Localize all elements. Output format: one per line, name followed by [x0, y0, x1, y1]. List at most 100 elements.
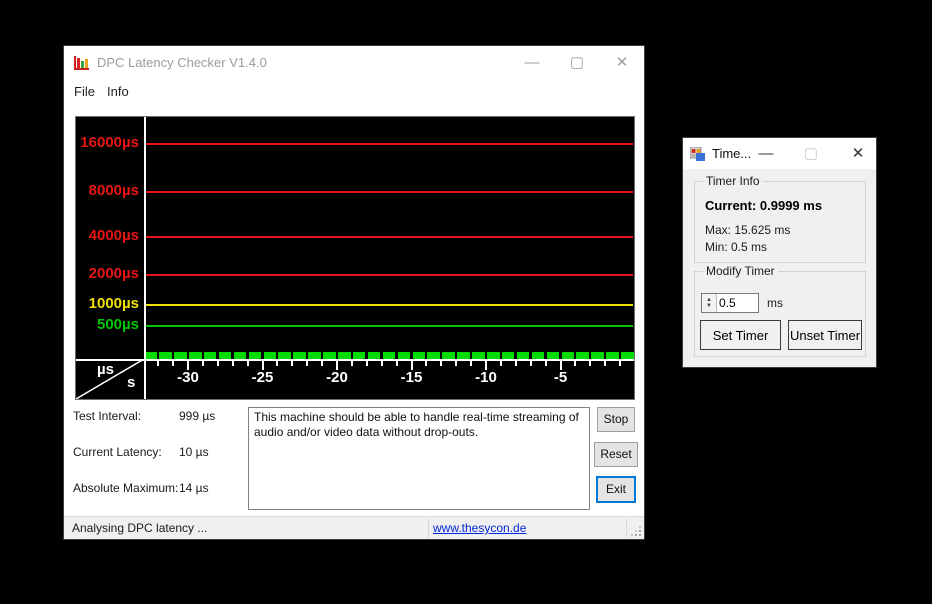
- x-axis-tick: [157, 361, 159, 366]
- gridline-label: 2000µs: [76, 265, 139, 282]
- latency-bar: [368, 352, 381, 359]
- timer-value-spinner[interactable]: ▲ ▼ 0.5: [701, 293, 759, 313]
- latency-bar: [323, 352, 336, 359]
- x-axis-tick: [604, 361, 606, 366]
- main-titlebar[interactable]: DPC Latency Checker V1.4.0 — ▢ ✕: [64, 46, 644, 79]
- timer-info-group: Timer Info Current: 0.9999 ms Max: 15.62…: [694, 181, 866, 263]
- x-axis-tick: [366, 361, 368, 366]
- menu-info[interactable]: Info: [103, 82, 133, 101]
- gridline-16000: [146, 143, 633, 145]
- status-separator: [428, 519, 429, 538]
- x-axis-tick: [455, 361, 457, 366]
- spinner-down-icon[interactable]: ▼: [706, 303, 712, 309]
- x-axis-tick: [276, 361, 278, 366]
- x-tick-label: -10: [466, 369, 506, 386]
- latency-bar: [517, 352, 530, 359]
- y-unit-label: µs: [97, 361, 114, 378]
- stop-button[interactable]: Stop: [597, 407, 635, 432]
- x-axis-tick: [217, 361, 219, 366]
- current-latency-value: 10 µs: [179, 445, 209, 459]
- x-unit-label: s: [127, 374, 135, 391]
- set-timer-button[interactable]: Set Timer: [700, 320, 781, 350]
- x-axis-tick: [351, 361, 353, 366]
- x-axis-tick: [589, 361, 591, 366]
- latency-bar: [472, 352, 485, 359]
- timer-min-value: Min: 0.5 ms: [705, 240, 767, 254]
- menu-file[interactable]: File: [70, 82, 99, 101]
- latency-bar: [308, 352, 321, 359]
- x-axis-tick: [470, 361, 472, 366]
- latency-bar: [159, 352, 172, 359]
- x-tick-label: -20: [317, 369, 357, 386]
- latency-bar: [204, 352, 217, 359]
- x-axis-line: [76, 359, 634, 361]
- ms-unit-label: ms: [767, 296, 783, 310]
- minimize-button[interactable]: —: [751, 138, 781, 169]
- latency-chart: µs s 16000µs8000µs4000µs2000µs1000µs500µ…: [75, 116, 635, 400]
- close-button[interactable]: ✕: [605, 46, 639, 79]
- gridline-label: 8000µs: [76, 182, 139, 199]
- x-axis-tick: [425, 361, 427, 366]
- latency-bar: [427, 352, 440, 359]
- x-axis-tick: [396, 361, 398, 366]
- gridline-500: [146, 325, 633, 327]
- x-axis-tick: [530, 361, 532, 366]
- latency-bar: [249, 352, 262, 359]
- latency-bar: [383, 352, 396, 359]
- chart-plot-area: µs s 16000µs8000µs4000µs2000µs1000µs500µ…: [76, 117, 634, 399]
- latency-bar: [146, 352, 157, 359]
- gridline-8000: [146, 191, 633, 193]
- exit-button[interactable]: Exit: [596, 476, 636, 503]
- timer-value-input[interactable]: 0.5: [717, 294, 758, 312]
- x-tick-label: -5: [541, 369, 581, 386]
- gridline-label: 500µs: [76, 316, 139, 333]
- x-axis-tick: [202, 361, 204, 366]
- latency-bar: [189, 352, 202, 359]
- latency-bar: [398, 352, 411, 359]
- maximize-button[interactable]: ▢: [560, 46, 594, 79]
- unset-timer-button[interactable]: Unset Timer: [788, 320, 862, 350]
- timer-info-group-label: Timer Info: [703, 174, 763, 188]
- reset-button[interactable]: Reset: [594, 442, 638, 467]
- latency-bar: [502, 352, 515, 359]
- x-axis-tick: [574, 361, 576, 366]
- x-axis-tick: [440, 361, 442, 366]
- thesycon-link[interactable]: www.thesycon.de: [433, 521, 526, 535]
- test-interval-label: Test Interval:: [73, 409, 141, 423]
- test-interval-value: 999 µs: [179, 409, 215, 423]
- resize-grip-icon[interactable]: [630, 525, 642, 537]
- latency-bar: [234, 352, 247, 359]
- x-axis-tick: [321, 361, 323, 366]
- latency-bar: [219, 352, 232, 359]
- latency-bar: [606, 352, 619, 359]
- gridline-2000: [146, 274, 633, 276]
- latency-bar: [487, 352, 500, 359]
- current-latency-label: Current Latency:: [73, 445, 162, 459]
- latency-bar: [576, 352, 589, 359]
- status-bar: Analysing DPC latency ... www.thesycon.d…: [64, 516, 644, 539]
- timer-titlebar[interactable]: Time... — ▢ ✕: [683, 138, 876, 169]
- latency-bar: [532, 352, 545, 359]
- timer-max-value: Max: 15.625 ms: [705, 223, 790, 237]
- x-axis-tick: [247, 361, 249, 366]
- x-tick-label: -30: [168, 369, 208, 386]
- spinner-updown-arrows[interactable]: ▲ ▼: [702, 294, 717, 312]
- latency-bar: [591, 352, 604, 359]
- minimize-button[interactable]: —: [515, 46, 549, 79]
- absolute-maximum-label: Absolute Maximum:: [73, 481, 178, 495]
- modify-timer-group-label: Modify Timer: [703, 264, 778, 278]
- timer-window: Time... — ▢ ✕ Timer Info Current: 0.9999…: [682, 137, 877, 368]
- x-tick-label: -15: [392, 369, 432, 386]
- latency-bar: [621, 352, 634, 359]
- x-axis-tick: [619, 361, 621, 366]
- x-axis-tick: [381, 361, 383, 366]
- x-axis-tick: [232, 361, 234, 366]
- gridline-label: 16000µs: [76, 134, 139, 151]
- gridline-label: 1000µs: [76, 295, 139, 312]
- x-axis-tick: [500, 361, 502, 366]
- close-button[interactable]: ✕: [843, 138, 873, 169]
- gridline-4000: [146, 236, 633, 238]
- timer-window-title: Time...: [712, 146, 751, 161]
- latency-bar: [278, 352, 291, 359]
- latency-bar: [547, 352, 560, 359]
